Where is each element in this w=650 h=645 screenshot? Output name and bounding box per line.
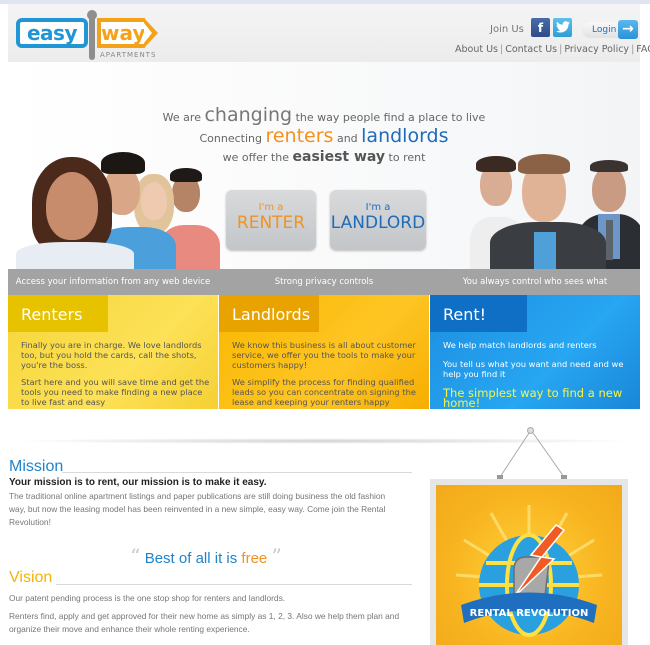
facebook-icon[interactable]: f: [531, 18, 550, 37]
close-quote-icon: ”: [271, 544, 282, 568]
renters-paragraph: Start here and you will save time and ge…: [21, 377, 210, 407]
hero-banner: We are changing the way people find a pl…: [8, 62, 640, 269]
renter-button-small-label: I'm a: [258, 202, 284, 213]
nav-faq[interactable]: FAQ: [636, 44, 650, 55]
nav-separator: |: [500, 44, 504, 55]
tagline-line-3: we offer the easiest way to rent: [8, 148, 640, 167]
vision-paragraph-2: Renters find, apply and get approved for…: [9, 611, 400, 634]
feature-item: Access your information from any web dev…: [15, 277, 211, 287]
nav-about-us[interactable]: About Us: [455, 44, 498, 55]
logo-way-text: way: [97, 18, 145, 48]
rent-slogan: The simplest way to find a new home!: [443, 386, 623, 409]
tagline-line-1: We are changing the way people find a pl…: [8, 106, 640, 127]
top-nav: About Us|Contact Us|Privacy Policy|FAQ: [455, 44, 650, 55]
logo-signpost-icon: [87, 10, 97, 60]
rent-panel[interactable]: Rent! We help match landlords and renter…: [430, 295, 640, 409]
logo-arrow-inner: [144, 23, 152, 43]
poster-banner-text: RENTAL REVOLUTION: [470, 608, 589, 619]
free-quote: “ Best of all it is free ”: [0, 544, 412, 568]
tagline-highlight-changing: changing: [204, 104, 293, 126]
poster-strings-icon: [497, 429, 567, 480]
mission-heading: Mission: [9, 458, 64, 475]
tagline-text: Connecting: [199, 132, 262, 145]
landlords-panel[interactable]: Landlords We know this business is all a…: [219, 295, 429, 409]
tagline-text: we offer the: [222, 151, 289, 164]
tagline-text: the way people find a place to live: [295, 111, 486, 124]
landlord-button-large-label: LANDLORD: [330, 213, 426, 233]
rent-panel-body: We help match landlords and renters You …: [443, 340, 635, 409]
tagline-highlight-easiest-way: easiest way: [292, 149, 386, 165]
nav-separator: |: [631, 44, 635, 55]
rental-revolution-emblem-icon: RENTAL REVOLUTION: [455, 505, 603, 637]
hero-tagline: We are changing the way people find a pl…: [8, 106, 640, 167]
landlords-paragraph: We know this business is all about custo…: [232, 340, 416, 370]
feature-bar: Access your information from any web dev…: [8, 269, 640, 295]
landlord-button-small-label: I'm a: [365, 202, 391, 213]
landlords-paragraph: We simplify the process for finding qual…: [232, 377, 416, 407]
join-us-label: Join Us: [490, 24, 524, 35]
vision-paragraph-1: Our patent pending process is the one st…: [9, 593, 286, 603]
tagline-text: We are: [162, 111, 201, 124]
rent-paragraph: We help match landlords and renters: [443, 340, 597, 350]
mission-rule: [62, 472, 412, 473]
mission-body: The traditional online apartment listing…: [9, 491, 386, 527]
nav-contact-us[interactable]: Contact Us: [505, 44, 557, 55]
renters-panel[interactable]: Renters Finally you are in charge. We lo…: [8, 295, 218, 409]
login-arrow-icon[interactable]: →: [618, 20, 638, 39]
renters-paragraph: Finally you are in charge. We love landl…: [21, 340, 202, 370]
logo-easy-text: easy: [16, 18, 88, 48]
renters-panel-body: Finally you are in charge. We love landl…: [21, 340, 213, 409]
tagline-highlight-renters: renters: [265, 125, 334, 147]
rental-revolution-poster: RENTAL REVOLUTION: [430, 479, 628, 645]
im-a-renter-button[interactable]: I'm a RENTER: [226, 190, 316, 250]
tagline-highlight-landlords: landlords: [361, 125, 449, 147]
renters-panel-title: Renters: [8, 295, 108, 332]
tagline-text: to rent: [388, 151, 426, 164]
logo-subtitle: APARTMENTS: [100, 51, 157, 59]
poster-pin-icon: [527, 427, 534, 434]
nav-separator: |: [559, 44, 563, 55]
rent-panel-title: Rent!: [430, 295, 527, 332]
feature-item: You always control who sees what: [462, 277, 608, 287]
landlords-panel-body: We know this business is all about custo…: [232, 340, 424, 409]
landlords-panel-title: Landlords: [219, 295, 319, 332]
vision-heading: Vision: [9, 569, 53, 586]
tagline-text: and: [336, 132, 358, 145]
twitter-icon[interactable]: [553, 18, 572, 37]
site-logo[interactable]: easy way APARTMENTS: [16, 10, 158, 62]
poster-artwork: RENTAL REVOLUTION: [436, 485, 622, 645]
nav-privacy-policy[interactable]: Privacy Policy: [564, 44, 629, 55]
quote-text: Best of all it is: [144, 550, 238, 567]
renter-button-large-label: RENTER: [236, 213, 306, 233]
open-quote-icon: “: [130, 544, 141, 568]
tagline-line-2: Connecting renters and landlords: [8, 127, 640, 148]
feature-item: Strong privacy controls: [274, 277, 374, 287]
rent-paragraph: You tell us what you want and need and w…: [443, 359, 624, 379]
quote-highlight-free: free: [241, 550, 268, 567]
mission-lead: Your mission is to rent, our mission is …: [9, 477, 267, 488]
im-a-landlord-button[interactable]: I'm a LANDLORD: [330, 190, 426, 250]
vision-rule: [56, 584, 412, 585]
